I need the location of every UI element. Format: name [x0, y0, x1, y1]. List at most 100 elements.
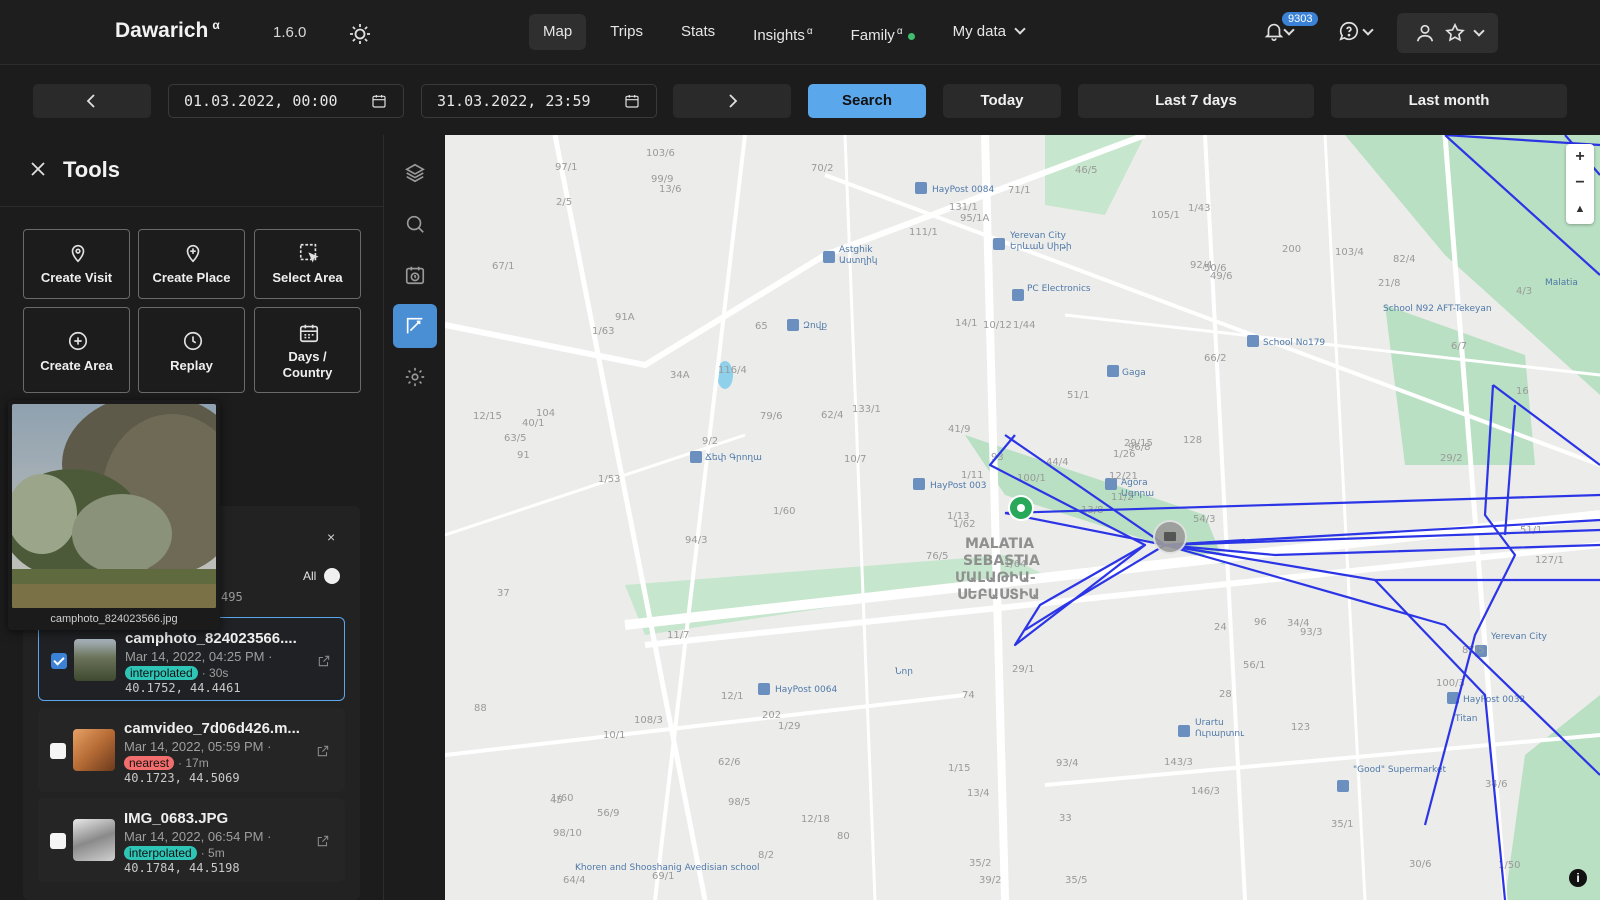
media-name: camphoto_824023566....: [125, 630, 297, 647]
zoom-out-button[interactable]: −: [1566, 170, 1594, 196]
settings-button[interactable]: [393, 355, 437, 399]
media-checkbox[interactable]: [50, 743, 66, 759]
compass-button[interactable]: ▲: [1566, 196, 1594, 222]
info-icon[interactable]: i: [1569, 869, 1587, 887]
chevron-right-icon: [729, 94, 738, 108]
preview-caption: camphoto_824023566.jpg: [50, 613, 178, 625]
route-draw-icon: [406, 317, 423, 334]
street-number: 1/64: [1004, 559, 1026, 570]
today-button[interactable]: Today: [943, 84, 1061, 118]
street-number: 1/44: [1013, 320, 1035, 331]
street-number: 34/4: [1287, 618, 1309, 629]
media-checkbox[interactable]: [50, 833, 66, 849]
layers-icon: [405, 163, 425, 183]
street-number: 1/43: [1188, 203, 1210, 214]
media-checkbox[interactable]: [51, 653, 67, 669]
street-number: 200: [1282, 244, 1301, 255]
media-item[interactable]: IMG_0683.JPG Mar 14, 2022, 06:54 PM · in…: [38, 798, 345, 882]
street-number: 28: [1219, 689, 1232, 700]
street-number: 14/1: [955, 318, 977, 329]
post-icon: [915, 182, 927, 194]
close-icon[interactable]: [28, 159, 48, 179]
create-place-button[interactable]: Create Place: [138, 229, 245, 299]
svg-text:Titan: Titan: [1454, 714, 1477, 724]
search-button[interactable]: Search: [808, 84, 926, 118]
svg-text:Աստղիկ: Աստղիկ: [839, 256, 877, 266]
street-number: 21/8: [1378, 278, 1400, 289]
street-number: 16: [1516, 386, 1529, 397]
media-close-button[interactable]: ×: [327, 529, 335, 545]
help-button[interactable]: [1338, 18, 1388, 48]
create-area-button[interactable]: Create Area: [23, 307, 130, 393]
next-period-button[interactable]: [673, 84, 791, 118]
calendar-icon[interactable]: [624, 93, 640, 109]
nav-trips[interactable]: Trips: [596, 14, 657, 50]
street-number: 133/1: [852, 404, 881, 415]
street-number: 91: [517, 450, 530, 461]
start-marker[interactable]: [1008, 495, 1034, 521]
street-number: 34/6: [1485, 779, 1507, 790]
partial-value: 495: [221, 590, 243, 604]
media-item[interactable]: camvideo_7d06d426.m... Mar 14, 2022, 05:…: [38, 708, 345, 792]
start-date-input[interactable]: 01.03.2022, 00:00: [168, 84, 404, 118]
external-link-icon[interactable]: [317, 654, 331, 668]
street-number: 29/15: [1124, 438, 1153, 449]
days-country-button[interactable]: Days / Country: [254, 307, 361, 393]
last-7-days-button[interactable]: Last 7 days: [1078, 84, 1314, 118]
map-controls-bar: [385, 135, 445, 900]
street-number: 56/1: [1243, 660, 1265, 671]
sun-icon[interactable]: [348, 22, 372, 46]
nav-map[interactable]: Map: [529, 14, 587, 50]
select-area-icon: [299, 243, 319, 263]
nav-stats[interactable]: Stats: [667, 14, 729, 50]
end-date-input[interactable]: 31.03.2022, 23:59: [421, 84, 657, 118]
brand-logo[interactable]: Dawarich α: [115, 18, 220, 43]
school-icon: [1247, 335, 1259, 347]
map-canvas[interactable]: MALATIA SEBASTIA ՄԱԼԱԹԻԱ- ՍԵԲԱՍՏԻԱ HayPo…: [445, 135, 1600, 900]
nav-my-data[interactable]: My data: [939, 14, 1038, 50]
street-number: 4/3: [1516, 286, 1532, 297]
gear-icon: [405, 367, 425, 387]
street-number: 12/15: [473, 411, 502, 422]
street-number: 88: [474, 703, 487, 714]
street-number: 123: [1291, 722, 1310, 733]
prev-period-button[interactable]: [33, 84, 151, 118]
replay-button[interactable]: Replay: [138, 307, 245, 393]
svg-text:HayPost 003: HayPost 003: [930, 481, 986, 491]
shop-icon: [787, 319, 799, 331]
photo-marker[interactable]: [1153, 520, 1187, 554]
tools-header: Tools: [0, 135, 383, 207]
nav-family[interactable]: Family α: [837, 14, 929, 50]
street-number: 69/1: [652, 871, 674, 882]
svg-text:Երևան Սիթի: Երևան Սիթի: [1010, 242, 1072, 252]
svg-text:SEBASTIA: SEBASTIA: [963, 553, 1040, 569]
user-menu[interactable]: [1397, 13, 1498, 53]
external-link-icon[interactable]: [316, 834, 330, 848]
street-number: 87/5: [1462, 645, 1484, 656]
chevron-down-icon: [1362, 24, 1374, 36]
external-link-icon[interactable]: [316, 744, 330, 758]
zoom-in-button[interactable]: +: [1566, 144, 1594, 170]
main-nav: Map Trips Stats Insights α Family α My dat…: [529, 14, 1048, 50]
street-number: 82/4: [1393, 254, 1415, 265]
layers-button[interactable]: [393, 151, 437, 195]
calendar-clock-button[interactable]: [393, 253, 437, 297]
nav-insights[interactable]: Insights α: [739, 14, 826, 50]
pin-plus-icon: [186, 244, 200, 263]
svg-text:Ճեփ Գրողա: Ճեփ Գրողա: [705, 453, 762, 463]
svg-text:Urartu: Urartu: [1195, 718, 1224, 728]
street-number: 10/7: [844, 454, 866, 465]
chevron-left-icon: [86, 94, 95, 108]
last-month-button[interactable]: Last month: [1331, 84, 1567, 118]
svg-text:HayPost 0084: HayPost 0084: [932, 185, 994, 195]
select-area-button[interactable]: Select Area: [254, 229, 361, 299]
circle-plus-icon: [68, 331, 88, 351]
shop-icon: [1107, 365, 1119, 377]
calendar-icon[interactable]: [371, 93, 387, 109]
all-toggle[interactable]: [324, 568, 340, 584]
calendar-clock-icon: [405, 266, 425, 285]
create-visit-button[interactable]: Create Visit: [23, 229, 130, 299]
street-number: 35/2: [969, 858, 991, 869]
map-search-button[interactable]: [393, 202, 437, 246]
tools-button[interactable]: [393, 304, 437, 348]
